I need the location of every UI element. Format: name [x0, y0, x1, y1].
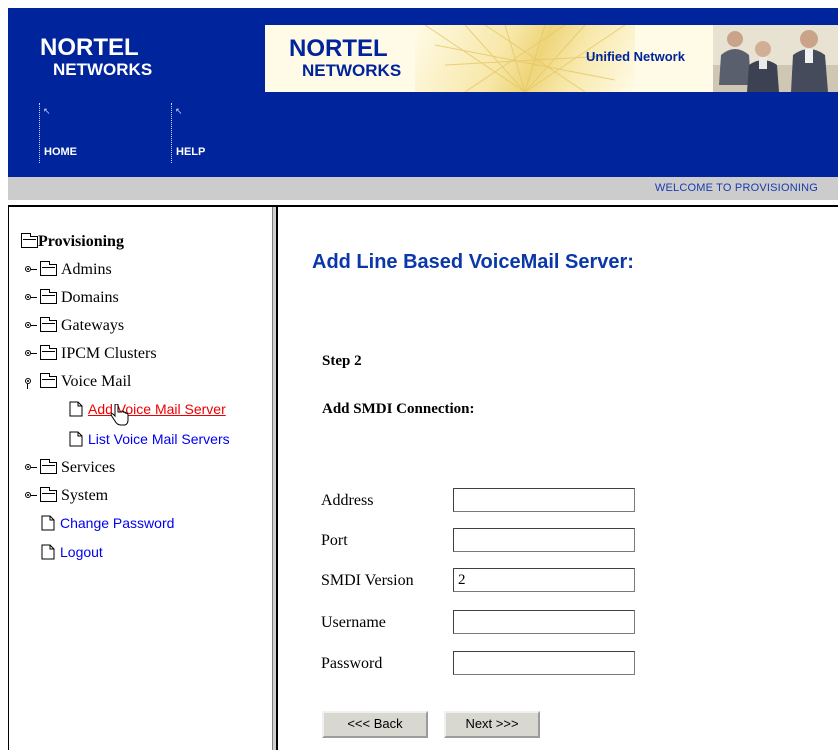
welcome-text: WELCOME TO PROVISIONING — [654, 182, 818, 194]
tree-item-ipcm-clusters[interactable]: IPCM Clusters — [25, 345, 157, 363]
address-field[interactable] — [453, 488, 635, 512]
welcome-bar: WELCOME TO PROVISIONING — [8, 177, 838, 200]
nav-home[interactable]: ↖ HOME — [39, 103, 150, 163]
tree-item-list-voice-mail-servers[interactable]: List Voice Mail Servers — [69, 431, 230, 447]
folder-icon — [40, 317, 57, 332]
document-icon — [69, 431, 83, 447]
tree-item-label: System — [61, 487, 109, 504]
tree-item-label: IPCM Clusters — [61, 345, 157, 362]
nortel-logo: NORTEL NETWORKS — [40, 34, 153, 79]
collapse-icon[interactable] — [25, 377, 37, 389]
nav-home-label: HOME — [44, 146, 77, 158]
folder-icon — [40, 459, 57, 474]
expand-icon[interactable] — [25, 463, 37, 473]
section-subtitle: Add SMDI Connection: — [322, 401, 475, 417]
expand-icon[interactable] — [25, 293, 37, 303]
tree-item-label: Domains — [61, 289, 119, 306]
tree-item-label: Services — [61, 459, 116, 476]
username-label: Username — [321, 614, 386, 631]
tree-item-add-voice-mail-server[interactable]: Add Voice Mail Server — [69, 401, 226, 417]
change-password-link[interactable]: Change Password — [60, 515, 174, 531]
port-field[interactable] — [453, 528, 635, 552]
password-field[interactable] — [453, 651, 635, 675]
tree-item-logout[interactable]: Logout — [41, 544, 103, 560]
password-label: Password — [321, 655, 383, 672]
folder-icon — [40, 261, 57, 276]
expand-icon[interactable] — [25, 321, 37, 331]
tree-item-admins[interactable]: Admins — [25, 261, 112, 279]
list-voice-mail-servers-link[interactable]: List Voice Mail Servers — [88, 431, 230, 447]
page: NORTEL NETWORKS NORTEL NETWORKS Unified … — [0, 0, 838, 750]
nav-help[interactable]: ↖ HELP — [171, 103, 272, 163]
tree-item-system[interactable]: System — [25, 487, 108, 505]
nav-home-arrow-icon: ↖ — [43, 106, 51, 116]
username-field[interactable] — [453, 610, 635, 634]
folder-icon — [40, 373, 57, 388]
expand-icon[interactable] — [25, 349, 37, 359]
address-label: Address — [321, 492, 374, 509]
logout-link[interactable]: Logout — [60, 544, 103, 560]
folder-icon — [40, 289, 57, 304]
document-icon — [69, 401, 83, 417]
page-title: Add Line Based VoiceMail Server: — [312, 251, 634, 273]
document-icon — [41, 515, 55, 531]
expand-icon[interactable] — [25, 265, 37, 275]
header-banner: NORTEL NETWORKS Unified Network — [265, 25, 838, 92]
tree-item-services[interactable]: Services — [25, 459, 115, 477]
tree-item-label: Gateways — [61, 317, 125, 334]
expand-icon[interactable] — [25, 491, 37, 501]
folder-icon — [40, 487, 57, 502]
banner-tagline: Unified Network — [586, 49, 685, 64]
nav-help-label: HELP — [176, 146, 206, 158]
header-bar: NORTEL NETWORKS NORTEL NETWORKS Unified … — [8, 8, 838, 177]
nav-tree-frame: Provisioning Admins Domains Gateways IPC… — [8, 207, 272, 750]
tree-root-label: Provisioning — [38, 233, 124, 250]
content-frame: Add Line Based VoiceMail Server: Step 2 … — [278, 207, 838, 750]
document-icon — [41, 544, 55, 560]
nav-help-arrow-icon: ↖ — [175, 106, 183, 116]
tree-item-domains[interactable]: Domains — [25, 289, 119, 307]
tree-item-label: Voice Mail — [61, 373, 132, 390]
tree-root-provisioning[interactable]: Provisioning — [21, 233, 124, 251]
next-button[interactable]: Next >>> — [444, 711, 540, 738]
banner-people-photo — [713, 25, 838, 92]
step-label: Step 2 — [322, 353, 362, 369]
hand-cursor-icon — [110, 404, 129, 426]
tree-item-gateways[interactable]: Gateways — [25, 317, 124, 335]
back-button[interactable]: <<< Back — [322, 711, 428, 738]
tree-item-label: Admins — [61, 261, 112, 278]
add-voice-mail-server-link[interactable]: Add Voice Mail Server — [88, 401, 226, 417]
folder-icon — [40, 345, 57, 360]
tree-item-voice-mail[interactable]: Voice Mail — [25, 373, 131, 391]
smdi-version-label: SMDI Version — [321, 572, 414, 589]
banner-nortel-logo: NORTEL NETWORKS — [289, 35, 402, 80]
tree-item-change-password[interactable]: Change Password — [41, 515, 174, 531]
folder-icon — [21, 233, 38, 248]
smdi-version-field[interactable] — [453, 568, 635, 592]
port-label: Port — [321, 532, 348, 549]
